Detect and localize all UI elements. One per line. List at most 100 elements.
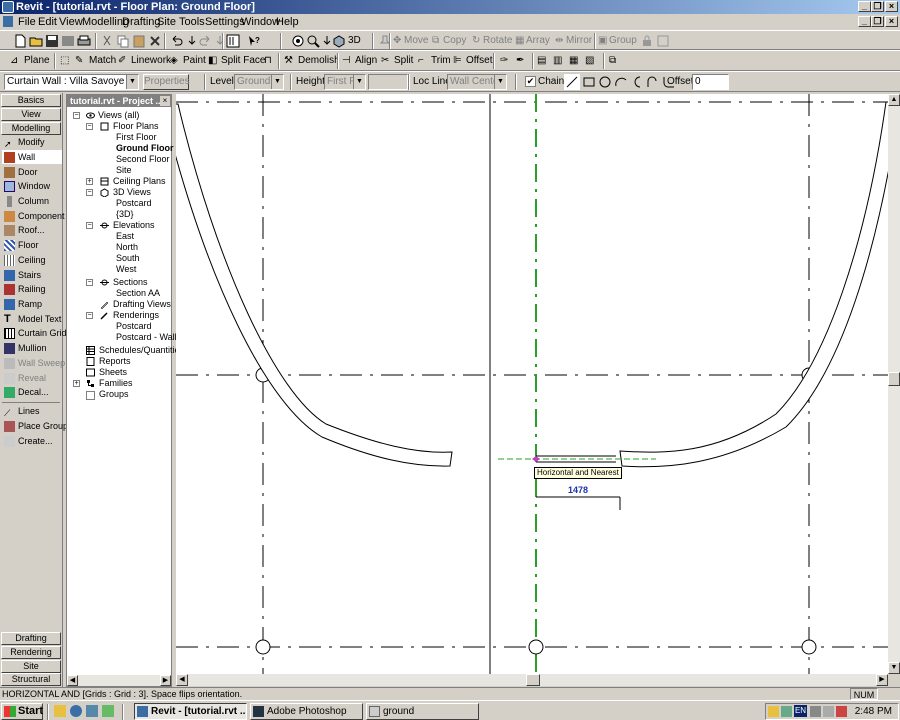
design-item-lines[interactable]: ⟋ Lines xyxy=(2,404,62,418)
lock-icon[interactable] xyxy=(640,34,654,48)
design-item-railing[interactable]: Railing xyxy=(2,282,62,296)
tree-node-3d-views[interactable]: 3D Views xyxy=(113,187,151,198)
trim-tool[interactable]: ⌐ Trim xyxy=(418,55,451,66)
paint-tool[interactable]: ◈ Paint xyxy=(170,55,206,66)
tree-node-render-postcard[interactable]: Postcard xyxy=(116,321,152,332)
array-tool[interactable]: ▦ Array xyxy=(515,35,550,46)
design-item-wall[interactable]: Wall xyxy=(2,150,62,164)
menu-view[interactable]: View xyxy=(59,16,83,28)
scroll-right-icon[interactable]: ▶ xyxy=(160,675,171,686)
tab-site[interactable]: Site xyxy=(1,660,61,673)
undo-dropdown-icon[interactable] xyxy=(185,34,199,48)
design-item-mullion[interactable]: Mullion xyxy=(2,341,62,355)
tree-node-section-aa[interactable]: Section AA xyxy=(116,288,160,299)
dimension-icon-1[interactable]: ▤ xyxy=(537,55,546,66)
link-icon[interactable]: ⧉ xyxy=(609,55,616,66)
group-tool[interactable]: ▣ Group xyxy=(598,35,637,46)
plane-tool[interactable]: ⊿ Plane xyxy=(10,55,50,66)
design-item-curtain-grid[interactable]: Curtain Grid xyxy=(2,326,67,340)
dimension-icon-3[interactable]: ▦ xyxy=(569,55,578,66)
design-item-stairs[interactable]: Stairs xyxy=(2,268,62,282)
scroll-left-icon[interactable]: ◀ xyxy=(176,674,188,686)
quicklaunch-desktop-icon[interactable] xyxy=(102,705,114,717)
design-item-place-group[interactable]: Place Group xyxy=(2,419,68,433)
design-item-window[interactable]: Window xyxy=(2,179,62,193)
vertical-scrollbar[interactable]: ▲ ▼ xyxy=(888,94,900,674)
dimension-icon-2[interactable]: ▥ xyxy=(553,55,562,66)
document-icon[interactable] xyxy=(3,16,13,27)
tree-node-schedules[interactable]: Schedules/Quantities xyxy=(99,345,184,356)
offset-tool[interactable]: ⊫ Offset xyxy=(453,55,493,66)
height-value-field[interactable] xyxy=(368,74,408,90)
restore-button[interactable]: ❐ xyxy=(871,1,884,12)
paste-icon[interactable] xyxy=(132,34,146,48)
design-item-decal[interactable]: Decal... xyxy=(2,385,62,399)
thin-lines-icon[interactable] xyxy=(226,34,240,48)
scroll-down-icon[interactable]: ▼ xyxy=(888,662,900,674)
tab-basics[interactable]: Basics xyxy=(1,94,61,107)
open-folder-icon[interactable] xyxy=(29,34,43,48)
tree-node-views[interactable]: Views (all) xyxy=(98,110,139,121)
doc-close-button[interactable]: × xyxy=(885,16,898,27)
menu-file[interactable]: File xyxy=(18,16,36,28)
scroll-left-icon[interactable]: ◀ xyxy=(67,675,78,686)
chain-checkbox[interactable]: ✔ xyxy=(525,76,536,87)
quicklaunch-outlook-icon[interactable] xyxy=(86,705,98,717)
tree-node-west[interactable]: West xyxy=(116,264,136,275)
design-item-modify[interactable]: ➚ Modify xyxy=(2,135,62,149)
select-icon[interactable]: ⬚ xyxy=(60,55,69,66)
tree-node-3d[interactable]: {3D} xyxy=(116,209,134,220)
tab-modelling[interactable]: Modelling xyxy=(1,122,61,135)
properties-button[interactable]: Properties xyxy=(143,74,190,90)
collapse-icon[interactable]: − xyxy=(86,312,93,319)
tree-node-postcard[interactable]: Postcard xyxy=(116,198,152,209)
tree-node-floor-plans[interactable]: Floor Plans xyxy=(113,121,159,132)
tree-node-elevations[interactable]: Elevations xyxy=(113,220,155,231)
menu-window[interactable]: Window xyxy=(241,16,280,28)
doc-minimize-button[interactable]: _ xyxy=(858,16,871,27)
scroll-up-icon[interactable]: ▲ xyxy=(888,94,900,106)
split-face-tool[interactable]: ◧ Split Face xyxy=(208,55,265,66)
task-revit[interactable]: Revit - [tutorial.rvt ... xyxy=(134,703,247,720)
dimension-icon-4[interactable]: ▧ xyxy=(585,55,594,66)
revit-app-icon[interactable] xyxy=(2,1,14,13)
start-button[interactable]: Start xyxy=(1,703,43,720)
level-dropdown[interactable]: Ground Flc ▼ xyxy=(234,74,284,90)
cut-icon[interactable] xyxy=(100,34,114,48)
view-properties-icon[interactable] xyxy=(291,34,305,48)
arc-center-icon[interactable] xyxy=(629,74,645,90)
save-to-central-icon[interactable] xyxy=(61,34,75,48)
circle-draw-icon[interactable] xyxy=(613,74,629,90)
doc-restore-button[interactable]: ❐ xyxy=(871,16,884,27)
tree-node-groups[interactable]: Groups xyxy=(99,389,129,400)
redo-icon[interactable] xyxy=(199,34,213,48)
cut-geometry-icon[interactable]: ⊓ xyxy=(264,55,272,66)
save-icon[interactable] xyxy=(45,34,59,48)
polygon-draw-icon[interactable] xyxy=(597,74,613,90)
3d-view-label[interactable]: 3D xyxy=(348,35,361,46)
copy-monitor-icon[interactable]: ✑ xyxy=(500,55,508,66)
tree-node-families[interactable]: Families xyxy=(99,378,133,389)
tree-node-sections[interactable]: Sections xyxy=(113,277,148,288)
browser-hscrollbar[interactable]: ◀ ▶ xyxy=(67,675,171,686)
design-item-column[interactable]: Column xyxy=(2,194,62,208)
project-browser-title[interactable]: tutorial.rvt - Project ... xyxy=(67,95,171,107)
tab-rendering[interactable]: Rendering xyxy=(1,646,61,659)
coordination-review-icon[interactable]: ✒ xyxy=(516,55,524,66)
tree-node-east[interactable]: East xyxy=(116,231,134,242)
menu-site[interactable]: Site xyxy=(157,16,176,28)
tree-node-sheets[interactable]: Sheets xyxy=(99,367,127,378)
volume-icon[interactable] xyxy=(823,706,834,717)
close-browser-icon[interactable]: × xyxy=(160,96,170,106)
linework-tool[interactable]: ✐ Linework xyxy=(118,55,171,66)
menu-help[interactable]: Help xyxy=(276,16,299,28)
design-item-create[interactable]: Create... xyxy=(2,434,62,448)
tree-node-drafting-views[interactable]: Drafting Views xyxy=(113,299,171,310)
tree-node-south[interactable]: South xyxy=(116,253,140,264)
demolish-tool[interactable]: ⚒ Demolish xyxy=(284,55,340,66)
design-item-floor[interactable]: Floor xyxy=(2,238,62,252)
menu-settings[interactable]: Settings xyxy=(205,16,245,28)
tray-icon-2[interactable] xyxy=(781,706,792,717)
scroll-right-icon[interactable]: ▶ xyxy=(876,674,888,686)
redo-dropdown-icon[interactable] xyxy=(213,34,227,48)
